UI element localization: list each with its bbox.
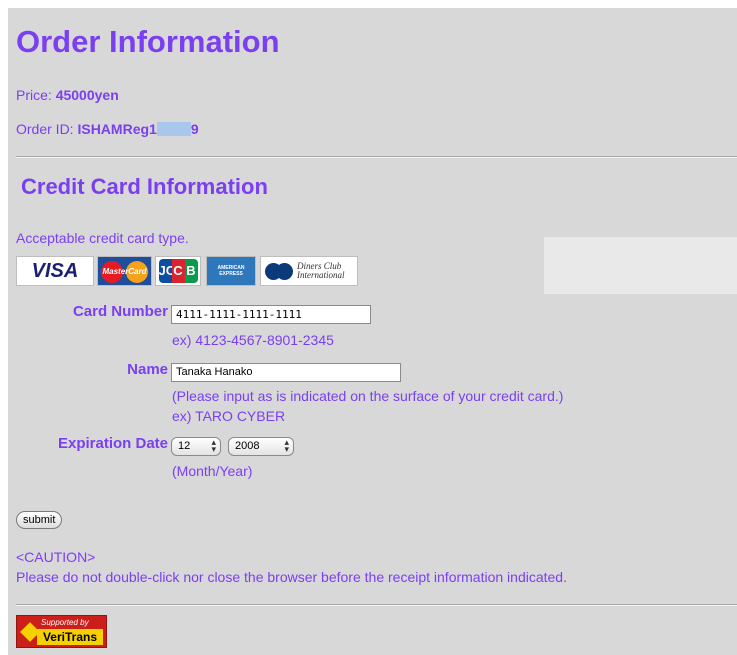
price-value: 45000yen	[55, 87, 119, 103]
order-id-prefix: ISHAMReg1	[77, 121, 157, 137]
order-id-suffix: 9	[190, 121, 199, 137]
divider-top	[16, 156, 737, 158]
card-number-example: ex) 4123-4567-8901-2345	[172, 332, 334, 348]
name-label: Name	[127, 361, 168, 378]
mastercard-logo: MasterCard	[97, 256, 152, 286]
expiration-year-select[interactable]: 2008 ▴ ▾	[228, 437, 294, 456]
expiration-month-value: 12	[178, 440, 191, 452]
select-arrows-icon: ▴ ▾	[211, 437, 216, 454]
veritrans-badge-bottom: VeriTrans	[37, 629, 103, 645]
name-hint: (Please input as is indicated on the sur…	[172, 388, 564, 404]
order-id-redaction	[156, 122, 191, 136]
caution-title: <CAUTION>	[16, 549, 96, 565]
divider-bottom	[16, 604, 737, 606]
select-arrows-icon: ▴ ▾	[284, 437, 289, 454]
decorative-strip	[544, 237, 737, 294]
card-number-label: Card Number	[72, 303, 168, 320]
expiration-year-value: 2008	[235, 440, 260, 452]
name-input[interactable]: Tanaka Hanako	[171, 363, 401, 382]
credit-section-title: Credit Card Information	[21, 174, 268, 199]
price-line: Price: 45000yen	[16, 87, 119, 103]
price-label: Price:	[16, 87, 56, 103]
expiration-label: Expiration Date	[57, 435, 168, 452]
expiration-month-select[interactable]: 12 ▴ ▾	[171, 437, 221, 456]
veritrans-badge: Supported by VeriTrans	[16, 615, 107, 648]
submit-button[interactable]: submit	[16, 511, 63, 529]
name-example: ex) TARO CYBER	[172, 408, 286, 424]
caution-text: Please do not double-click nor close the…	[16, 569, 567, 585]
order-id-line: Order ID: ISHAMReg1 9	[16, 121, 199, 137]
card-number-input[interactable]: 4111-1111-1111-1111	[171, 305, 371, 324]
diners-logo: Diners Club International	[260, 256, 358, 286]
jcb-logo: JCB C B	[155, 256, 201, 286]
visa-logo: VISA	[16, 256, 94, 286]
expiration-hint: (Month/Year)	[172, 463, 253, 479]
page: Order Information Price: 45000yen Order …	[8, 8, 737, 655]
veritrans-badge-top: Supported by	[41, 618, 89, 627]
acceptable-cards-text: Acceptable credit card type.	[16, 230, 189, 246]
order-id-label: Order ID:	[16, 121, 78, 137]
amex-logo: AMERICAN EXPRESS	[206, 256, 256, 286]
page-title: Order Information	[16, 24, 280, 59]
